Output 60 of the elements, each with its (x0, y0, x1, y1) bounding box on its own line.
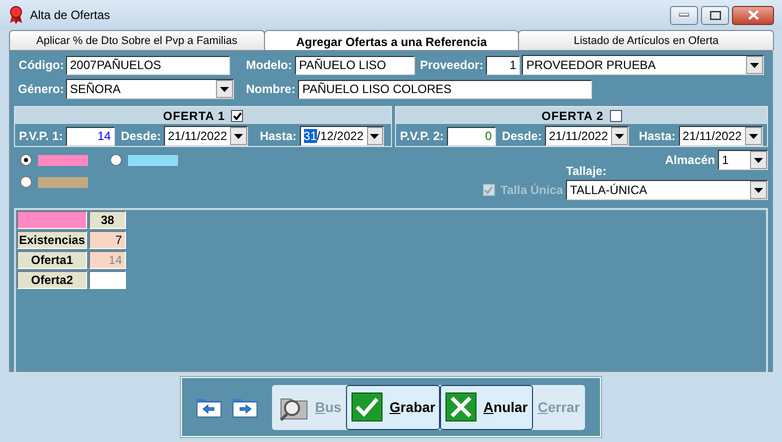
minimize-icon (679, 13, 689, 17)
dropdown[interactable]: PROVEEDOR PRUEBA (522, 55, 764, 75)
field-label: P.V.P. 2: (400, 128, 444, 145)
radio-dot-icon (24, 158, 28, 162)
row-header: Existencias (17, 231, 87, 249)
close-button[interactable] (732, 6, 774, 24)
x-icon (445, 392, 478, 422)
field-label: Desde: (502, 128, 542, 145)
field-label: Desde: (120, 128, 161, 145)
input-field[interactable]: 0 (446, 126, 496, 146)
input-field[interactable]: 1 (486, 56, 520, 74)
save-button[interactable]: Grabar (346, 384, 440, 430)
window-title: Alta de Ofertas (30, 7, 110, 24)
date-picker[interactable]: 21/11/2022 (164, 126, 248, 146)
tab[interactable]: Aplicar % de Dto Sobre el Pvp a Familias (9, 30, 265, 50)
table-cell: 7 (89, 231, 126, 249)
table-cell[interactable] (89, 271, 126, 289)
checkbox[interactable] (231, 110, 243, 122)
tab[interactable]: Agregar Ofertas a una Referencia (264, 30, 520, 50)
cancel-button[interactable]: Anular (440, 384, 533, 430)
input-field[interactable]: PAÑUELO LISO COLORES (298, 80, 592, 98)
input-field[interactable]: 14 (66, 126, 115, 146)
checkbox[interactable] (610, 110, 622, 122)
date-picker[interactable]: 31/12/2022 (300, 126, 384, 146)
forward-folder-icon[interactable] (232, 396, 258, 418)
field-label: Hasta: (638, 128, 676, 145)
row-header: Oferta1 (17, 251, 87, 269)
table-cell: 14 (89, 251, 126, 269)
date-picker[interactable]: 21/11/2022 (678, 126, 763, 146)
dropdown[interactable]: SEÑORA (66, 79, 234, 99)
field-label: Nombre: (246, 81, 296, 98)
field-label: Hasta: (260, 128, 297, 145)
checkbox-label: Talla Única (500, 182, 563, 199)
radio-button[interactable] (20, 176, 32, 188)
field-label: Código: (18, 57, 64, 74)
close-icon (748, 10, 758, 20)
field-label: Modelo: (246, 57, 292, 74)
radio-button[interactable] (20, 154, 32, 166)
dropdown[interactable]: 1 (718, 150, 768, 170)
input-field[interactable]: PAÑUELO LISO (295, 56, 415, 74)
check-icon (351, 392, 384, 422)
field-label: Almacén (664, 152, 715, 169)
field-label: Género: (16, 81, 64, 98)
field-label: Tallaje: (566, 163, 608, 180)
radio-button[interactable] (110, 154, 122, 166)
table-cell: 38 (89, 211, 126, 229)
offer-title: OFERTA 1 (162, 108, 225, 124)
tab[interactable]: Listado de Artículos en Oferta (518, 30, 774, 50)
input-field[interactable]: 2007PAÑUELOS (66, 56, 230, 74)
minimize-button[interactable] (670, 6, 698, 24)
dropdown[interactable]: TALLA-ÚNICA (566, 180, 768, 200)
date-picker[interactable]: 21/11/2022 (544, 126, 629, 146)
ribbon-icon (8, 6, 24, 24)
maximize-icon (710, 10, 720, 20)
maximize-button[interactable] (701, 6, 729, 24)
row-header: Oferta2 (17, 271, 87, 289)
offer-title: OFERTA 2 (541, 108, 604, 124)
field-label: P.V.P. 1: (19, 128, 63, 145)
field-label: Proveedor: (420, 57, 484, 74)
back-folder-icon[interactable] (196, 396, 222, 418)
